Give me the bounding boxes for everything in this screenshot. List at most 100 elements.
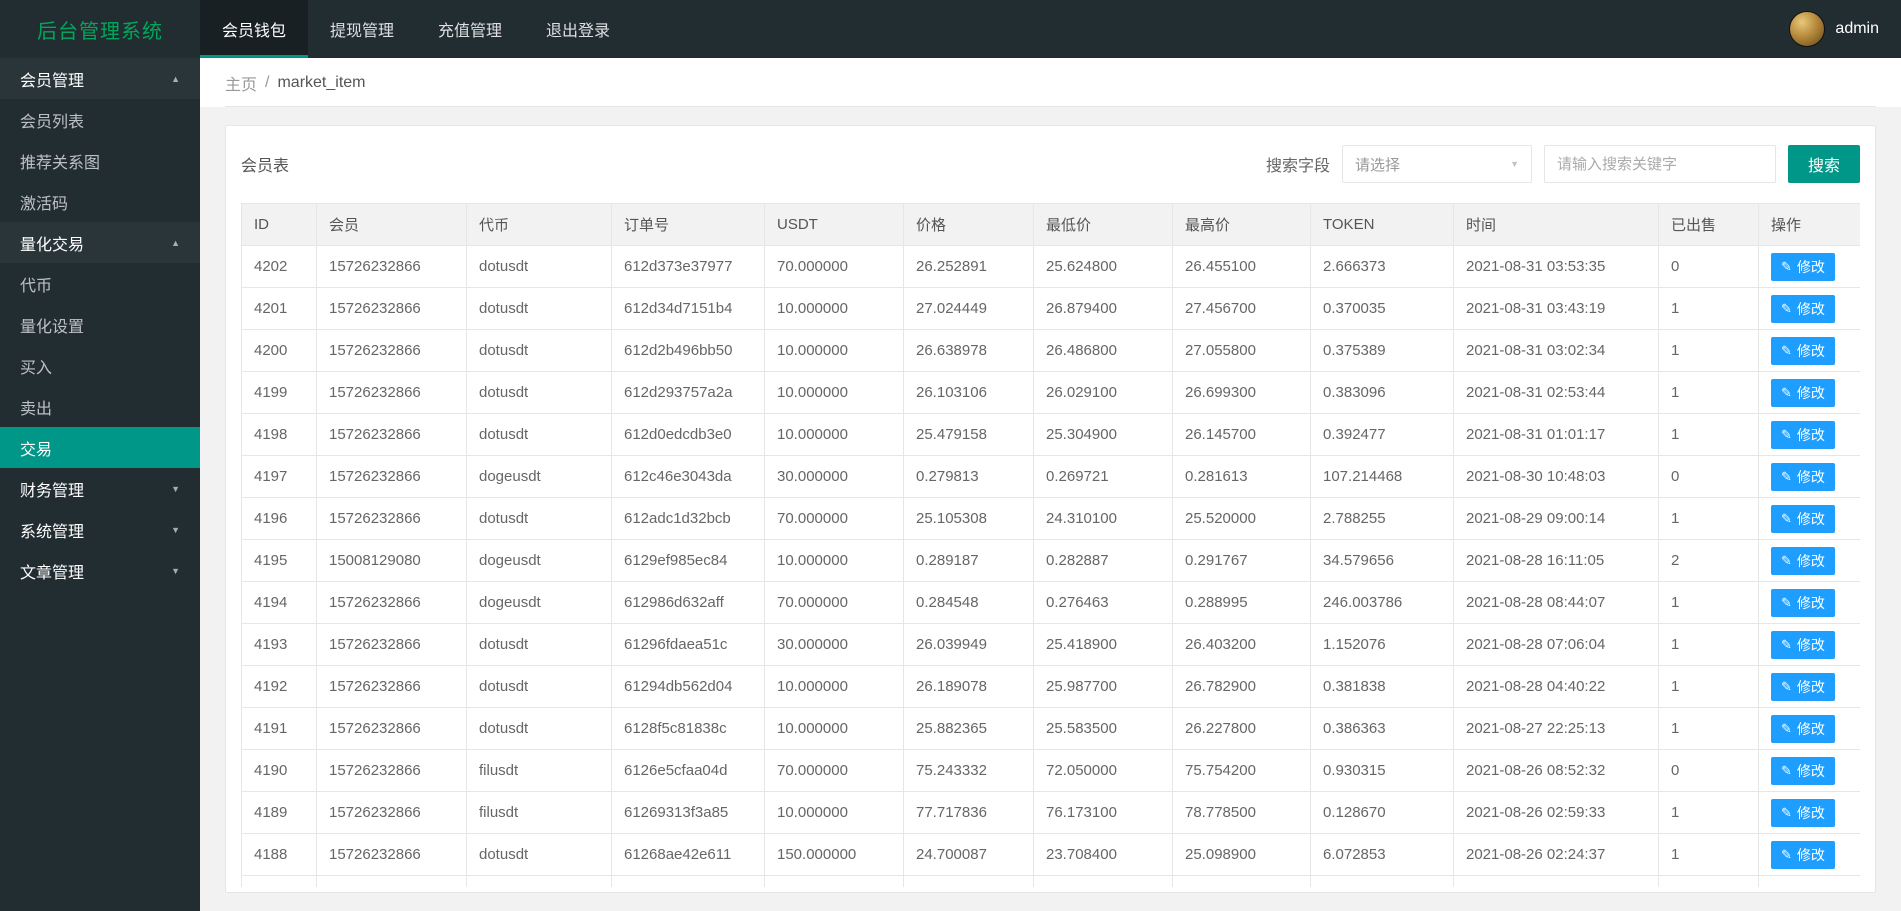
table-cell: 2021-08-26 02:24:37: [1453, 833, 1659, 876]
sidebar-group-label: 财务管理: [20, 482, 85, 500]
sidebar-group-label: 会员管理: [20, 72, 85, 90]
column-header: 最高价: [1172, 203, 1311, 246]
table-cell: 10.000000: [764, 791, 904, 834]
edit-button[interactable]: ✎ 修改: [1771, 588, 1835, 617]
edit-button[interactable]: ✎ 修改: [1771, 840, 1835, 869]
table-row: 4193 15726232866 dotusdt 61296fdaea51c 30.00…: [241, 623, 1860, 666]
table-cell: 30.000000: [764, 623, 904, 666]
table-cell: 2021-08-26 02:59:33: [1453, 791, 1659, 834]
table-row: 4189 15726232866 filusdt 61269313f3a85 10.00…: [241, 791, 1860, 834]
topnav-item[interactable]: 会员钱包: [200, 0, 309, 58]
actions-cell: ✎ 修改: [1758, 833, 1860, 876]
table-cell: 0.276463: [1033, 581, 1173, 624]
table-cell: 15726232866: [316, 245, 467, 288]
edit-button-label: 修改: [1796, 552, 1825, 569]
edit-button[interactable]: ✎ 修改: [1771, 252, 1835, 281]
sidebar-item[interactable]: 推荐关系图: [0, 140, 200, 181]
table-cell: dogeusdt: [466, 581, 612, 624]
edit-button[interactable]: ✎ 修改: [1771, 756, 1835, 785]
table-cell: 26.103106: [903, 371, 1034, 414]
topnav-item[interactable]: 充值管理: [416, 0, 524, 58]
sidebar-item[interactable]: 交易: [0, 427, 200, 468]
sidebar-item[interactable]: 代币: [0, 263, 200, 304]
actions-cell: ✎ 修改: [1758, 791, 1860, 834]
topnav-item[interactable]: 提现管理: [308, 0, 416, 58]
table-cell: 2021-08-28 16:11:05: [1453, 539, 1659, 582]
table-cell: 1: [1658, 329, 1759, 372]
column-header: 已出售: [1658, 203, 1759, 246]
table-cell: 4188: [241, 833, 317, 876]
table-cell: 0.381838: [1310, 665, 1454, 708]
edit-button[interactable]: ✎ 修改: [1771, 672, 1835, 701]
edit-button[interactable]: ✎ 修改: [1771, 630, 1835, 659]
sidebar-group[interactable]: 系统管理 ▼: [0, 509, 200, 550]
sidebar-group[interactable]: 财务管理 ▼: [0, 468, 200, 509]
actions-cell: ✎ 修改: [1758, 287, 1860, 330]
table-row: 4199 15726232866 dotusdt 612d293757a2a 10.00…: [241, 371, 1860, 414]
table-cell: 1: [1658, 707, 1759, 750]
table-cell: 612986d632aff: [611, 581, 765, 624]
app-logo: 后台管理系统: [37, 20, 163, 43]
username: admin: [1835, 20, 1879, 37]
table-cell: 24.700087: [903, 833, 1034, 876]
table-cell: 0.930315: [1310, 749, 1454, 792]
edit-button[interactable]: ✎ 修改: [1771, 294, 1835, 323]
edit-button[interactable]: ✎ 修改: [1771, 462, 1835, 491]
edit-button[interactable]: ✎ 修改: [1771, 546, 1835, 575]
edit-button-label: 修改: [1796, 426, 1825, 443]
edit-button-label: 修改: [1796, 804, 1825, 821]
table-row: 4198 15726232866 dotusdt 612d0edcdb3e0 10.00…: [241, 413, 1860, 456]
table-cell: 26.699300: [1172, 371, 1311, 414]
user-menu[interactable]: admin: [1789, 0, 1901, 58]
sidebar-group[interactable]: 量化交易 ▲: [0, 222, 200, 263]
table-cell: 0.269721: [1033, 455, 1173, 498]
search-button[interactable]: 搜索: [1787, 145, 1860, 183]
actions-cell: ✎ 修改: [1758, 665, 1860, 708]
table-cell: 78.778500: [1172, 791, 1311, 834]
edit-button-label: 修改: [1796, 846, 1825, 863]
column-header: 会员: [316, 203, 467, 246]
sidebar-group-label: 系统管理: [20, 523, 85, 541]
table-cell: 1: [1658, 497, 1759, 540]
table-cell: 25.105308: [903, 497, 1034, 540]
app-root: 后台管理系统 会员钱包 提现管理 充值管理 退出登录 admin 会员管理 ▲ 会员列表推…: [0, 0, 1901, 911]
edit-button[interactable]: ✎ 修改: [1771, 336, 1835, 365]
pencil-icon: ✎: [1781, 258, 1792, 274]
table-cell: 2021-08-28 08:44:07: [1453, 581, 1659, 624]
edit-button[interactable]: ✎ 修改: [1771, 420, 1835, 449]
table-cell: 612adc1d32bcb: [611, 497, 765, 540]
sidebar-item[interactable]: 买入: [0, 345, 200, 386]
table-cell: dogeusdt: [466, 539, 612, 582]
sidebar: 会员管理 ▲ 会员列表 推荐关系图 激活码 量化交易 ▲ 代币 量化设置 买入 卖出 交易 财务管理 ▼ 系…: [0, 58, 200, 911]
sidebar-item[interactable]: 激活码: [0, 181, 200, 222]
search-field-select[interactable]: 请选择 ▼: [1341, 145, 1532, 183]
select-value: 请选择: [1354, 156, 1400, 174]
edit-button[interactable]: ✎ 修改: [1771, 714, 1835, 743]
table-wrap: ID 会员 代币 订单号 USDT 价格 最低价 最高价 TOKEN 时间 已出售 操作 4202 15…: [241, 203, 1860, 887]
sidebar-group[interactable]: 文章管理 ▼: [0, 550, 200, 591]
sidebar-item[interactable]: 量化设置: [0, 304, 200, 345]
edit-button[interactable]: ✎ 修改: [1771, 798, 1835, 827]
chevron-down-icon: ▼: [171, 524, 180, 535]
table-cell: 1: [1658, 287, 1759, 330]
table-cell: 10.000000: [764, 413, 904, 456]
topnav-item[interactable]: 退出登录: [524, 0, 632, 58]
chevron-up-icon: ▲: [171, 237, 180, 248]
breadcrumb-home[interactable]: 主页: [225, 71, 257, 95]
edit-button-label: 修改: [1796, 636, 1825, 653]
sidebar-item[interactable]: 卖出: [0, 386, 200, 427]
table-cell: 25.583500: [1033, 707, 1173, 750]
edit-button[interactable]: ✎ 修改: [1771, 378, 1835, 407]
edit-button[interactable]: ✎ 修改: [1771, 504, 1835, 533]
table-row: 4188 15726232866 dotusdt 61268ae42e611 150.0…: [241, 833, 1860, 876]
sidebar-group-label: 文章管理: [20, 564, 85, 582]
sidebar-group[interactable]: 会员管理 ▲: [0, 58, 200, 99]
table-cell: 10.000000: [764, 707, 904, 750]
column-header: USDT: [764, 203, 904, 246]
sidebar-item[interactable]: 会员列表: [0, 99, 200, 140]
table-cell: 15008129080: [316, 539, 467, 582]
table-cell: 0.128670: [1310, 791, 1454, 834]
search-input[interactable]: [1543, 145, 1776, 183]
table-cell: 4197: [241, 455, 317, 498]
table-cell: 4193: [241, 623, 317, 666]
